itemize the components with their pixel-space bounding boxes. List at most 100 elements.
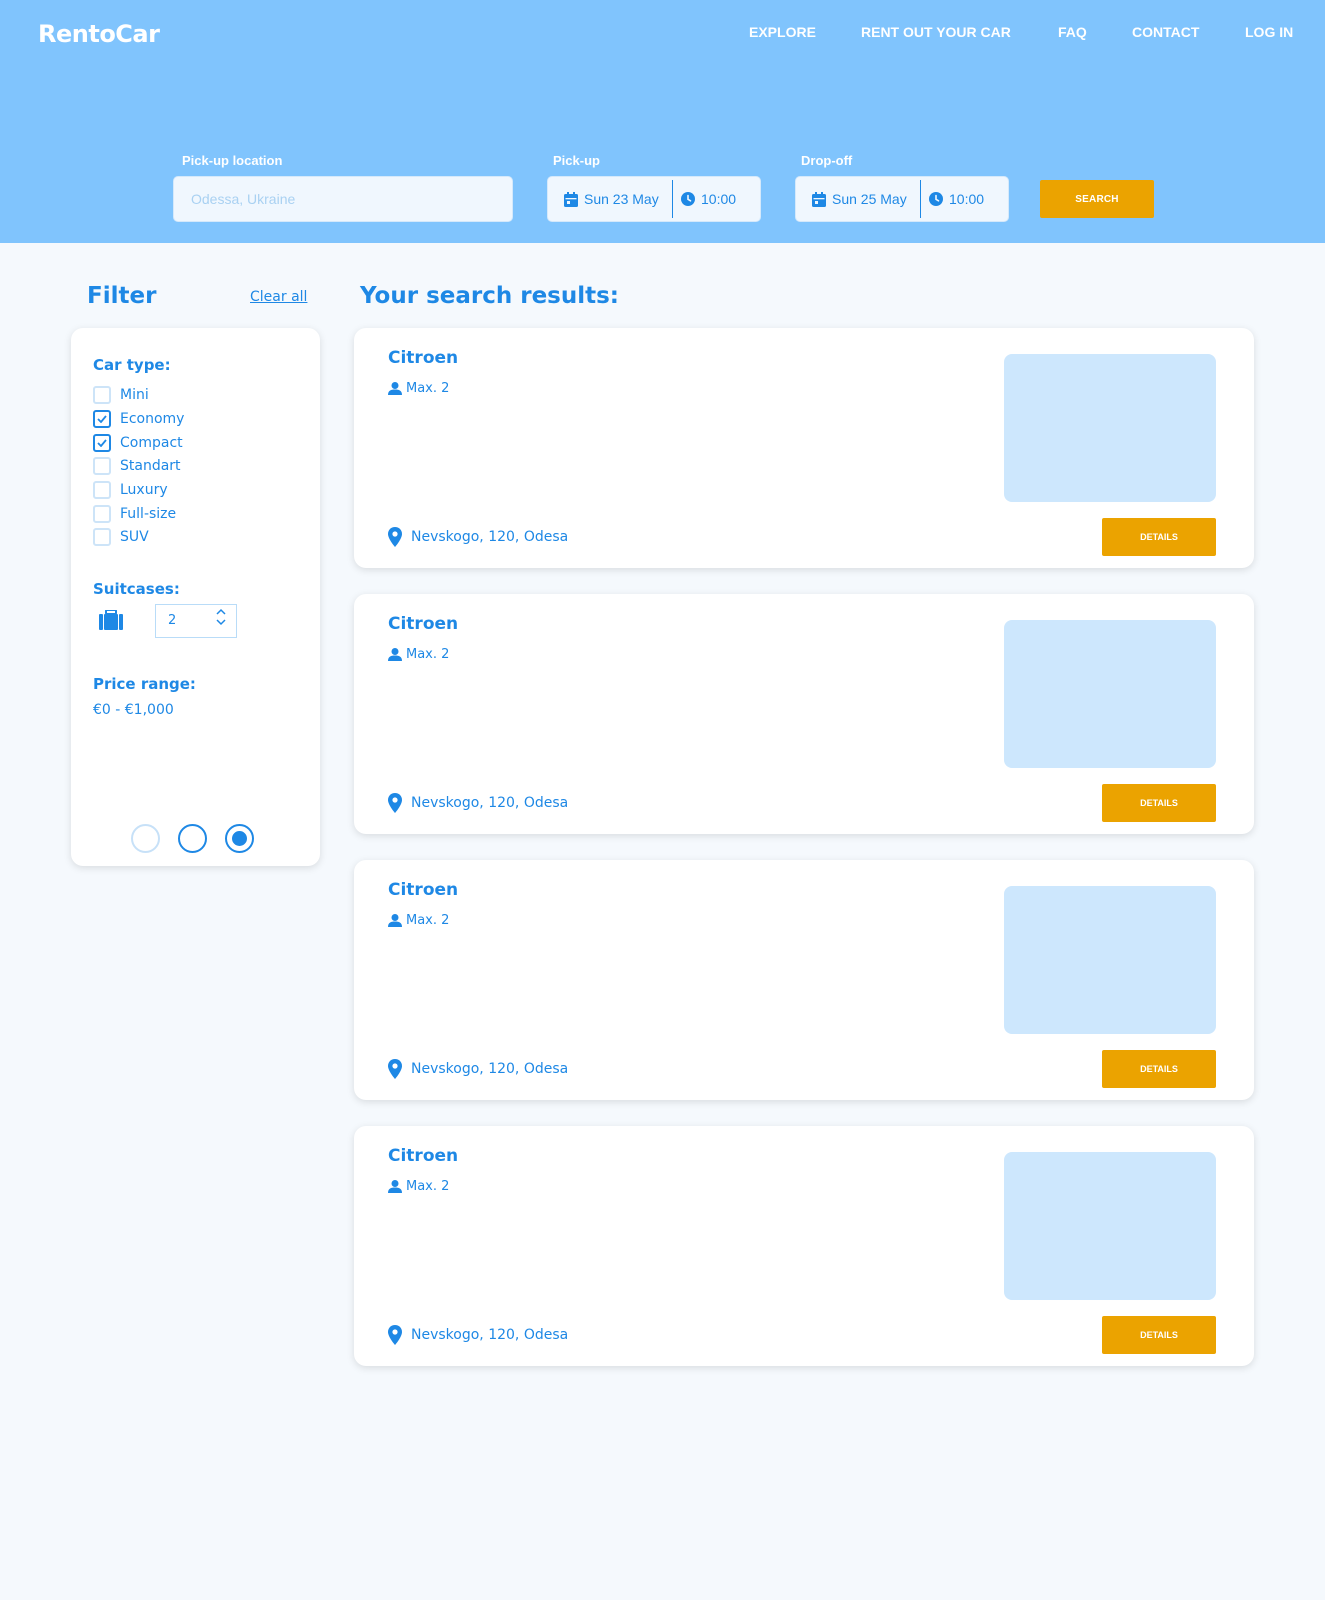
pickup-time[interactable]: 10:00	[673, 177, 736, 221]
capacity-value: Max. 2	[406, 1179, 450, 1194]
chevron-up-icon[interactable]	[216, 608, 226, 616]
car-type-option-suv[interactable]: SUV	[93, 528, 149, 546]
car-type-title: Car type:	[93, 356, 171, 374]
checkbox[interactable]	[93, 528, 111, 546]
person-icon	[388, 382, 402, 395]
dropoff-date-value: Sun 25 May	[832, 191, 907, 207]
person-icon	[388, 648, 402, 661]
checkbox[interactable]	[93, 386, 111, 404]
car-type-label: Compact	[120, 435, 183, 451]
calendar-icon	[812, 191, 826, 207]
capacity-value: Max. 2	[406, 913, 450, 928]
car-type-label: Luxury	[120, 482, 168, 498]
location-pin-icon	[388, 527, 402, 547]
filter-title: Filter	[87, 283, 157, 309]
clock-icon	[929, 192, 943, 206]
calendar-icon	[564, 191, 578, 207]
pickup-datetime-field[interactable]: Sun 23 May 10:00	[547, 176, 761, 222]
address: Nevskogo, 120, Odesa	[388, 527, 568, 547]
details-button[interactable]: DETAILS	[1102, 1316, 1216, 1354]
location-pin-icon	[388, 1059, 402, 1079]
header: RentoCar EXPLORE RENT OUT YOUR CAR FAQ C…	[0, 0, 1325, 243]
pickup-location-field[interactable]	[173, 176, 513, 222]
details-button[interactable]: DETAILS	[1102, 784, 1216, 822]
car-type-option-economy[interactable]: Economy	[93, 410, 184, 428]
suitcases-stepper[interactable]: 2	[155, 604, 237, 638]
nav-log-in[interactable]: LOG IN	[1245, 24, 1293, 40]
car-image-placeholder	[1004, 354, 1216, 502]
suitcases-title: Suitcases:	[93, 580, 180, 598]
radio-option-3[interactable]	[225, 824, 254, 853]
person-icon	[388, 914, 402, 927]
price-range-value: €0 - €1,000	[93, 702, 174, 718]
capacity: Max. 2	[388, 647, 449, 662]
dropoff-time[interactable]: 10:00	[921, 177, 984, 221]
car-image-placeholder	[1004, 1152, 1216, 1300]
suitcases-value: 2	[168, 613, 177, 628]
radio-option-2[interactable]	[178, 824, 207, 853]
checkbox[interactable]	[93, 481, 111, 499]
results-title: Your search results:	[360, 283, 620, 309]
car-name[interactable]: Citroen	[388, 348, 458, 368]
details-button[interactable]: DETAILS	[1102, 1050, 1216, 1088]
checkmark-icon	[97, 415, 107, 423]
car-type-label: Standart	[120, 458, 181, 474]
dropoff-date[interactable]: Sun 25 May	[796, 177, 920, 221]
car-type-label: SUV	[120, 529, 149, 545]
car-type-label: Economy	[120, 411, 185, 427]
search-button[interactable]: SEARCH	[1040, 180, 1154, 218]
pickup-label: Pick-up	[553, 153, 600, 168]
checkbox[interactable]	[93, 410, 111, 428]
logo[interactable]: RentoCar	[38, 20, 160, 48]
result-card: Citroen Max. 2 Nevskogo, 120, Odesa DETA…	[354, 860, 1254, 1100]
address-value: Nevskogo, 120, Odesa	[411, 1327, 569, 1343]
suitcase-icon	[99, 610, 123, 630]
car-type-label: Full-size	[120, 506, 177, 522]
person-icon	[388, 1180, 402, 1193]
address: Nevskogo, 120, Odesa	[388, 1325, 568, 1345]
checkbox[interactable]	[93, 434, 111, 452]
car-image-placeholder	[1004, 620, 1216, 768]
address-value: Nevskogo, 120, Odesa	[411, 795, 569, 811]
pickup-location-label: Pick-up location	[182, 153, 283, 168]
pickup-location-input[interactable]	[174, 177, 512, 221]
price-range-title: Price range:	[93, 675, 196, 693]
clock-icon	[681, 192, 695, 206]
car-name[interactable]: Citroen	[388, 614, 458, 634]
nav-explore[interactable]: EXPLORE	[749, 24, 816, 40]
result-card: Citroen Max. 2 Nevskogo, 120, Odesa DETA…	[354, 1126, 1254, 1366]
filter-panel: Car type: Mini Economy Compact Standart …	[71, 328, 320, 866]
radio-option-1[interactable]	[131, 824, 160, 853]
capacity-value: Max. 2	[406, 647, 450, 662]
car-name[interactable]: Citroen	[388, 880, 458, 900]
nav-rent-out-your-car[interactable]: RENT OUT YOUR CAR	[861, 24, 1011, 40]
car-type-option-full-size[interactable]: Full-size	[93, 505, 176, 523]
dropoff-datetime-field[interactable]: Sun 25 May 10:00	[795, 176, 1009, 222]
location-pin-icon	[388, 793, 402, 813]
address: Nevskogo, 120, Odesa	[388, 793, 568, 813]
car-name[interactable]: Citroen	[388, 1146, 458, 1166]
dropoff-time-value: 10:00	[949, 191, 985, 207]
pickup-date-value: Sun 23 May	[584, 191, 659, 207]
nav-faq[interactable]: FAQ	[1058, 24, 1087, 40]
checkmark-icon	[97, 439, 107, 447]
checkbox[interactable]	[93, 505, 111, 523]
car-type-option-luxury[interactable]: Luxury	[93, 481, 168, 499]
address: Nevskogo, 120, Odesa	[388, 1059, 568, 1079]
address-value: Nevskogo, 120, Odesa	[411, 529, 569, 545]
pickup-time-value: 10:00	[701, 191, 737, 207]
clear-all-link[interactable]: Clear all	[250, 289, 307, 305]
car-type-option-standart[interactable]: Standart	[93, 457, 181, 475]
capacity-value: Max. 2	[406, 381, 450, 396]
dropoff-label: Drop-off	[801, 153, 853, 168]
chevron-down-icon[interactable]	[216, 618, 226, 626]
checkbox[interactable]	[93, 457, 111, 475]
radio-selected-dot	[232, 831, 247, 846]
car-type-label: Mini	[120, 387, 149, 403]
pickup-date[interactable]: Sun 23 May	[548, 177, 672, 221]
car-type-option-mini[interactable]: Mini	[93, 386, 149, 404]
details-button[interactable]: DETAILS	[1102, 518, 1216, 556]
car-type-option-compact[interactable]: Compact	[93, 434, 183, 452]
nav-contact[interactable]: CONTACT	[1132, 24, 1199, 40]
result-card: Citroen Max. 2 Nevskogo, 120, Odesa DETA…	[354, 594, 1254, 834]
